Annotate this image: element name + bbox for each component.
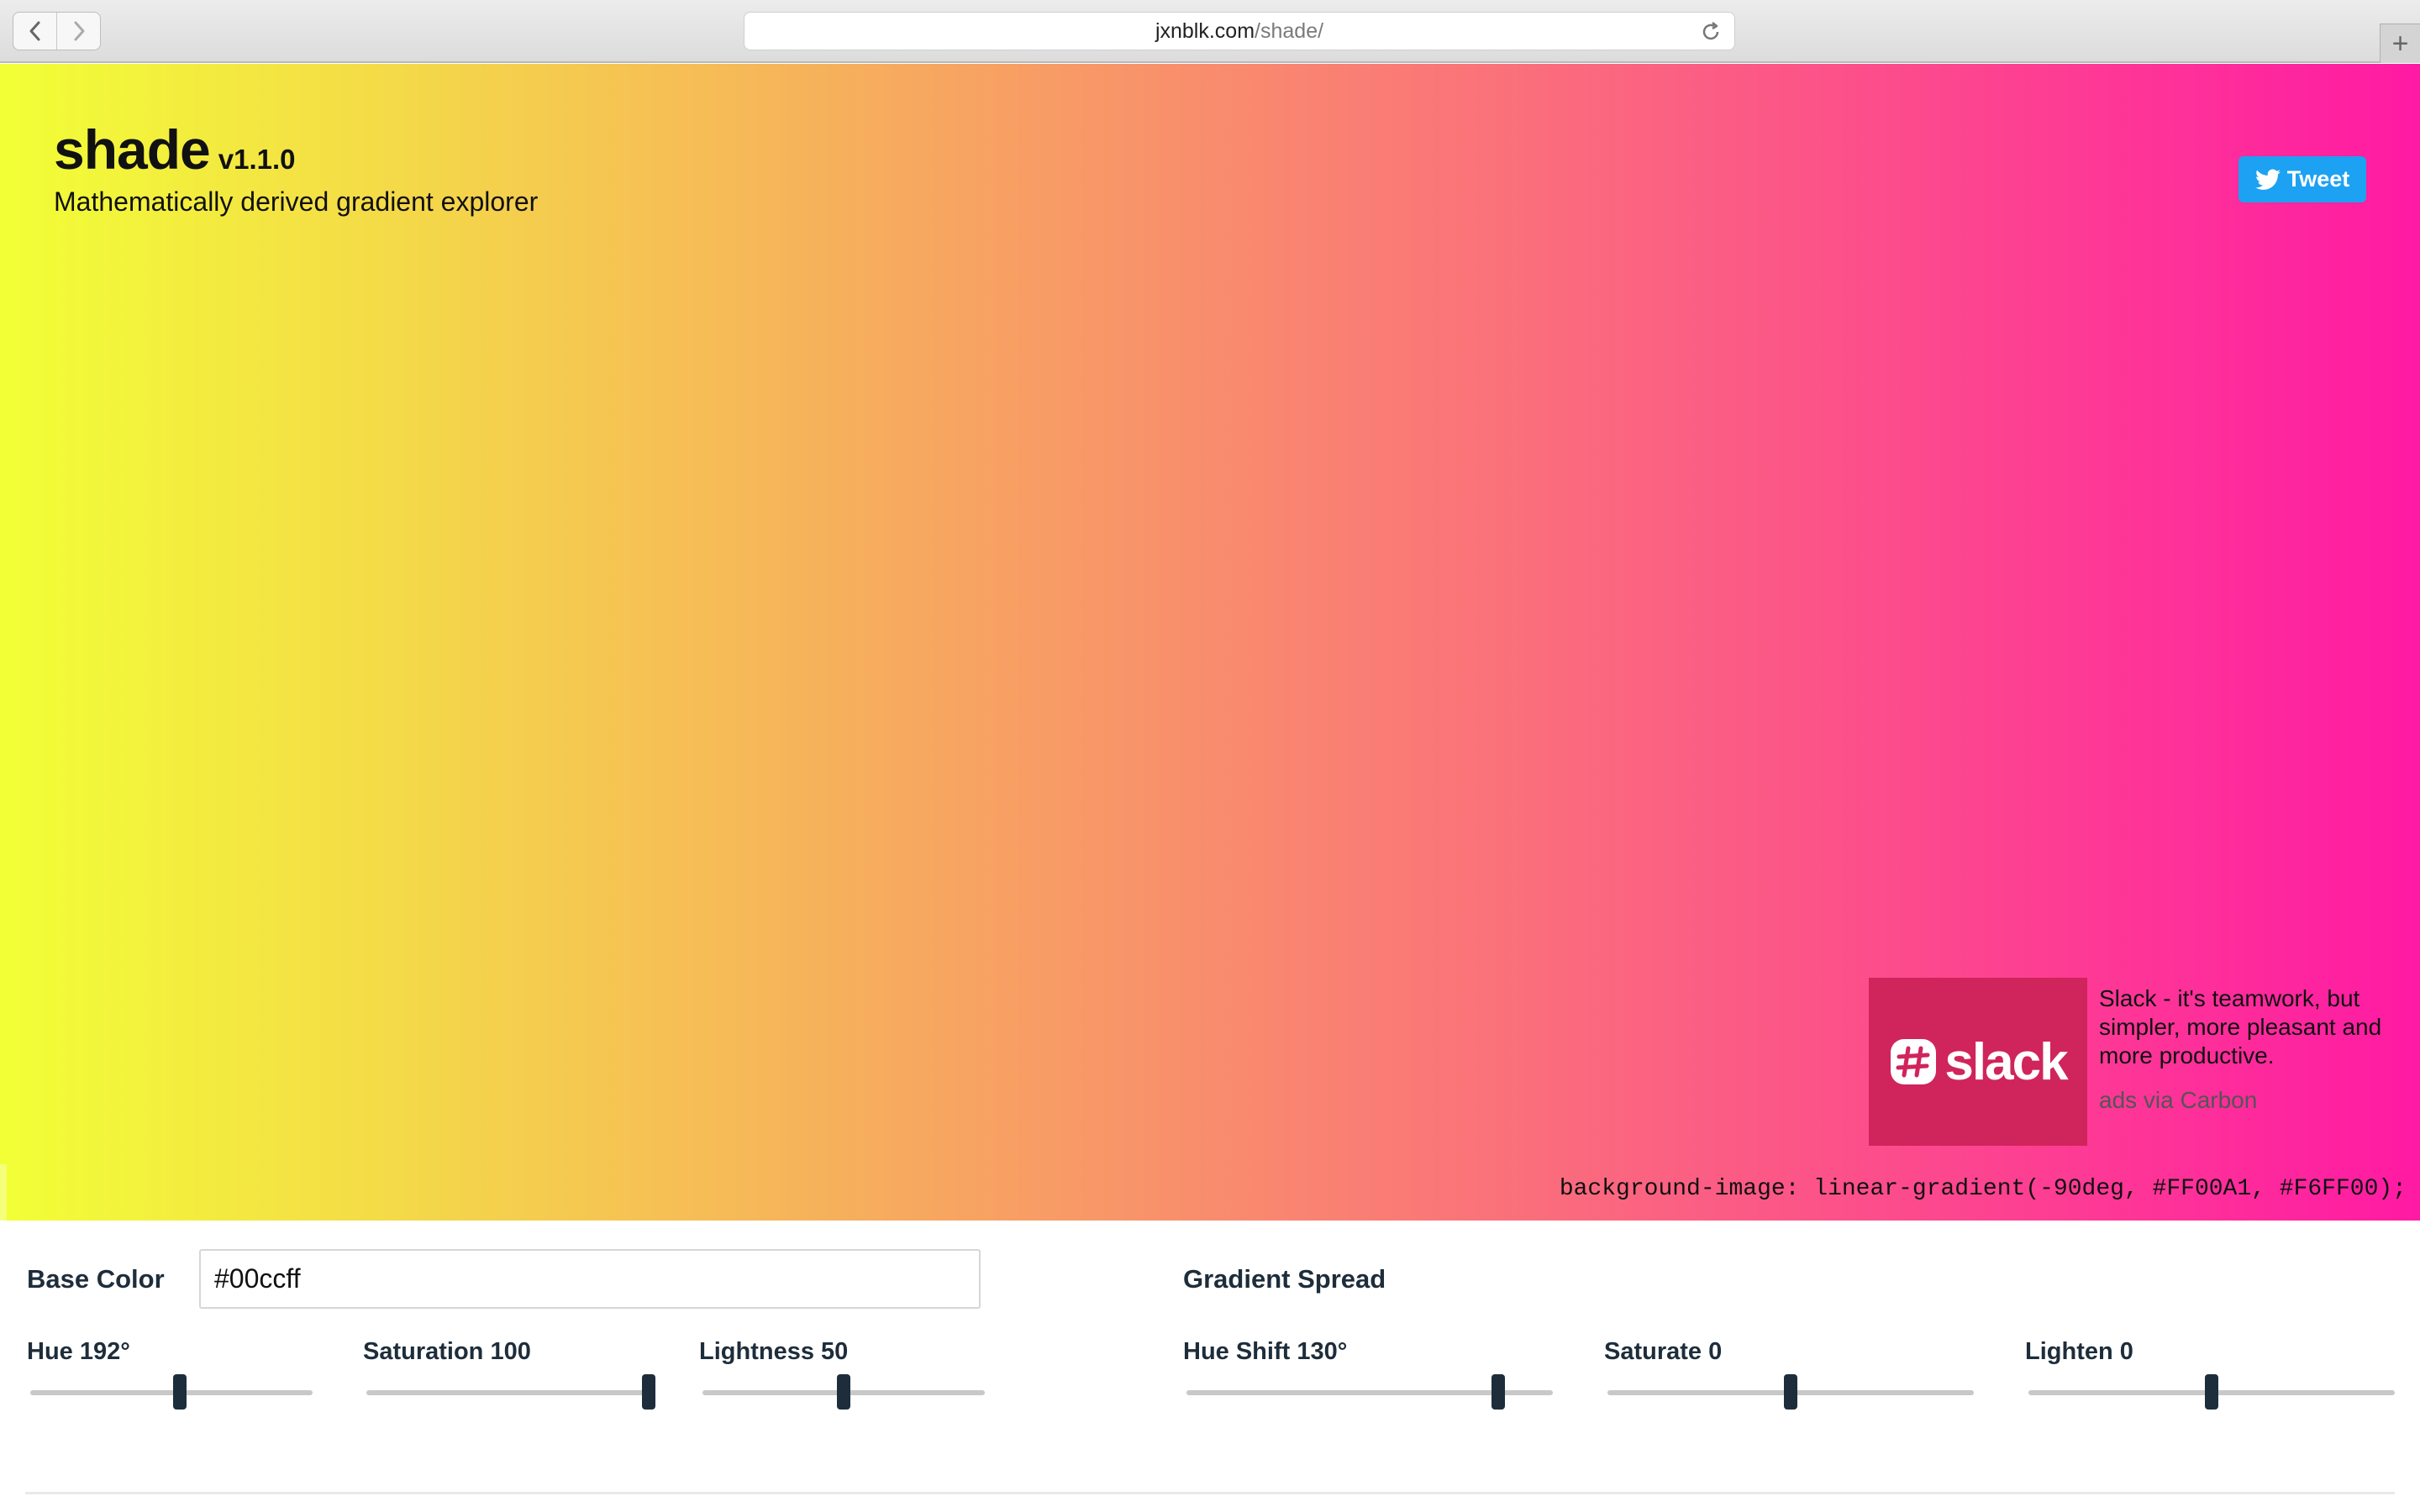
url-path: /shade/ (1255, 18, 1324, 43)
saturation-slider-thumb[interactable] (642, 1374, 655, 1410)
reload-icon[interactable] (1699, 20, 1723, 44)
url-domain: jxnblk.com (1155, 18, 1255, 43)
base-color-label: Base Color (27, 1264, 165, 1294)
saturation-label: Saturation 100 (363, 1338, 531, 1365)
divider (25, 1492, 2395, 1494)
twitter-bird-icon (2254, 169, 2281, 190)
hue-slider[interactable] (30, 1374, 313, 1410)
forward-button[interactable] (56, 13, 100, 50)
ad-logo-text: slack (1944, 1032, 2068, 1091)
ad-image[interactable]: slack (1869, 978, 2087, 1146)
saturate-slider[interactable] (1607, 1374, 1974, 1410)
hue-label: Hue 192° (27, 1338, 130, 1365)
app-version: v1.1.0 (218, 144, 296, 175)
carbon-ad[interactable]: slack Slack - it's teamwork, but simpler… (1869, 978, 2415, 1146)
ad-via-link[interactable]: ads via Carbon (2099, 1087, 2257, 1114)
saturate-label: Saturate 0 (1604, 1338, 1723, 1365)
lighten-slider-thumb[interactable] (2205, 1374, 2218, 1410)
page-title: shade v1.1.0 (54, 118, 296, 181)
page-subtitle: Mathematically derived gradient explorer (54, 186, 539, 217)
gradient-preview: shade v1.1.0 Mathematically derived grad… (0, 64, 2420, 1221)
saturate-slider-thumb[interactable] (1784, 1374, 1797, 1410)
ad-description[interactable]: Slack - it's teamwork, but simpler, more… (2099, 984, 2418, 1070)
chevron-right-icon (74, 21, 84, 41)
lightness-slider[interactable] (702, 1374, 985, 1410)
app-name: shade (54, 118, 211, 181)
hue-shift-slider[interactable] (1186, 1374, 1553, 1410)
lightness-slider-thumb[interactable] (837, 1374, 850, 1410)
lightness-label: Lightness 50 (699, 1338, 849, 1365)
base-color-input[interactable] (199, 1249, 981, 1309)
history-nav (13, 12, 101, 50)
back-button[interactable] (13, 13, 56, 50)
gradient-spread-label: Gradient Spread (1183, 1264, 1386, 1294)
tweet-button[interactable]: Tweet (2238, 156, 2366, 202)
lighten-slider[interactable] (2028, 1374, 2395, 1410)
new-tab-button[interactable]: + (2380, 24, 2420, 63)
hue-shift-label: Hue Shift 130° (1183, 1338, 1348, 1365)
edge-marker (0, 1164, 7, 1221)
address-bar[interactable]: jxnblk.com/shade/ (744, 12, 1735, 50)
hue-slider-thumb[interactable] (173, 1374, 187, 1410)
css-output: background-image: linear-gradient(-90deg… (1559, 1176, 2407, 1202)
tweet-label: Tweet (2286, 166, 2350, 192)
lighten-label: Lighten 0 (2025, 1338, 2133, 1365)
browser-toolbar: jxnblk.com/shade/ + (0, 0, 2420, 63)
slack-logo-icon (1891, 1039, 1937, 1084)
controls-panel: Base Color Gradient Spread Hue 192° Satu… (0, 1221, 2420, 1512)
hue-shift-slider-thumb[interactable] (1491, 1374, 1505, 1410)
saturation-slider[interactable] (366, 1374, 655, 1410)
chevron-left-icon (29, 21, 39, 41)
